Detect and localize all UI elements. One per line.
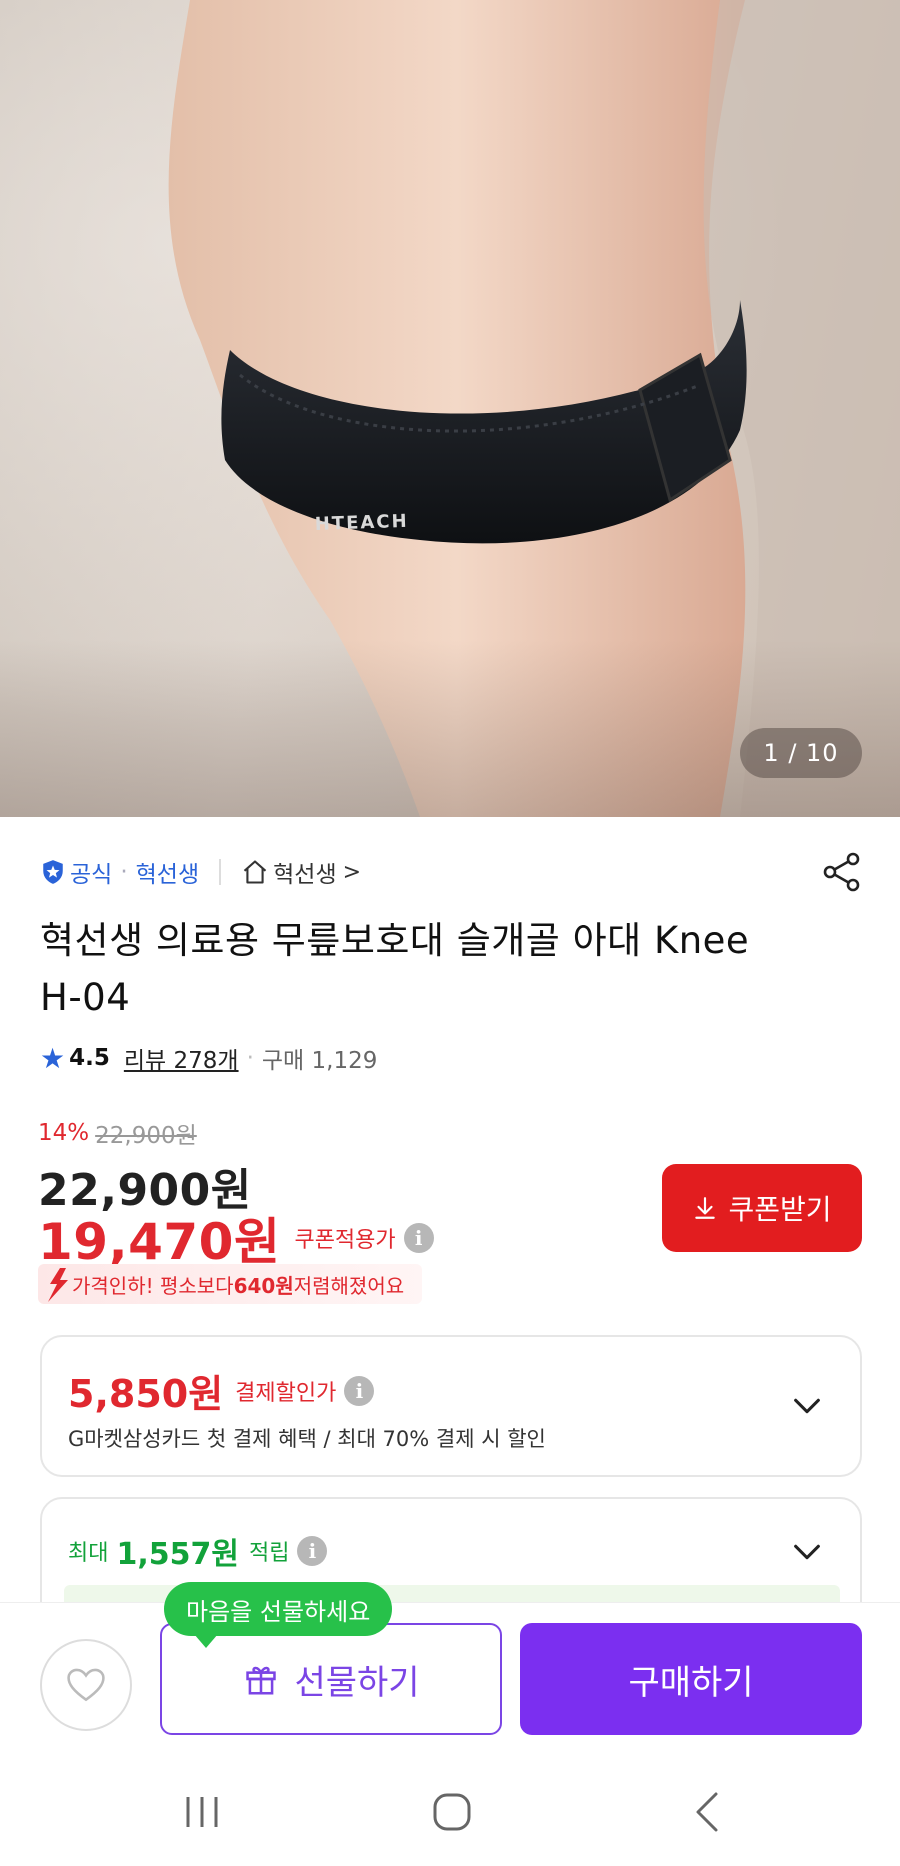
bottom-action-bar: 선물하기 구매하기 bbox=[0, 1602, 900, 1738]
original-price: 22,900원 bbox=[95, 1123, 197, 1149]
review-link[interactable]: 리뷰 278개 bbox=[124, 1041, 239, 1075]
rating-score: 4.5 bbox=[69, 1045, 110, 1071]
official-label: 공식 bbox=[70, 862, 113, 888]
payment-discount-description: G마켓삼성카드 첫 결제 혜택 / 최대 70% 결제 시 할인 bbox=[68, 1427, 546, 1451]
info-icon[interactable]: i bbox=[403, 1223, 434, 1253]
gift-button-label: 선물하기 bbox=[294, 1662, 420, 1703]
price-drop-amount: 640원 bbox=[233, 1273, 294, 1298]
nav-home-icon[interactable] bbox=[432, 1792, 472, 1832]
purchase-count: 구매 1,129 bbox=[261, 1048, 378, 1074]
star-icon: ★ bbox=[40, 1041, 66, 1075]
wishlist-button[interactable] bbox=[40, 1639, 132, 1731]
separator-dot: · bbox=[246, 1045, 254, 1071]
coupon-button-label: 쿠폰받기 bbox=[728, 1193, 832, 1226]
coupon-download-button[interactable]: 쿠폰받기 bbox=[662, 1164, 862, 1252]
discount-percent: 14% bbox=[38, 1120, 90, 1146]
rating-row: ★ 4.5 리뷰 278개 · 구매 1,129 bbox=[40, 1040, 377, 1076]
shield-icon bbox=[43, 860, 63, 884]
chevron-down-icon[interactable] bbox=[790, 1535, 824, 1569]
chevron-down-icon[interactable] bbox=[790, 1389, 824, 1423]
separator-dot: · bbox=[120, 859, 128, 885]
price-drop-banner: 가격인하! 평소보다 640원 저렴해졌어요 bbox=[38, 1264, 423, 1304]
payment-amount-row: 5,850원 결제할인가 i bbox=[68, 1363, 375, 1418]
price-drop-text: 가격인하! 평소보다 bbox=[72, 1273, 234, 1298]
points-row: 최대 1,557원 적립 i bbox=[68, 1529, 328, 1573]
product-brand-text: HTEACH bbox=[314, 511, 409, 535]
share-icon[interactable] bbox=[820, 850, 864, 894]
heart-icon bbox=[67, 1668, 105, 1702]
nav-back-icon[interactable] bbox=[692, 1790, 722, 1834]
price-drop-suffix: 저렴해졌어요 bbox=[293, 1273, 405, 1298]
coupon-price-label: 쿠폰적용가 bbox=[294, 1228, 396, 1253]
payment-discount-card[interactable]: 5,850원 결제할인가 i G마켓삼성카드 첫 결제 혜택 / 최대 70% … bbox=[40, 1335, 862, 1477]
points-suffix: 적립 bbox=[248, 1541, 290, 1566]
product-image[interactable]: HTEACH 1 / 10 bbox=[0, 0, 900, 817]
points-amount: 1,557원 bbox=[116, 1537, 239, 1572]
nav-recent-icon[interactable] bbox=[182, 1794, 222, 1830]
price-drop-arrow-icon bbox=[48, 1268, 68, 1302]
gift-icon bbox=[246, 1666, 277, 1695]
payment-discount-price: 5,850원 bbox=[68, 1372, 224, 1416]
seller-name[interactable]: 혁선생 bbox=[136, 855, 199, 889]
system-navigation-bar bbox=[0, 1738, 900, 1866]
gift-tooltip: 마음을 선물하세요 bbox=[164, 1582, 393, 1648]
product-title: 혁선생 의료용 무릎보호대 슬개골 아대 Knee H-04 bbox=[40, 919, 750, 1019]
image-counter: 1 / 10 bbox=[740, 728, 862, 778]
info-icon[interactable]: i bbox=[344, 1375, 375, 1406]
info-icon[interactable]: i bbox=[297, 1536, 328, 1566]
home-icon bbox=[243, 860, 267, 884]
buy-button[interactable]: 구매하기 bbox=[520, 1623, 862, 1735]
original-price-row: 14% 22,900원 bbox=[38, 1116, 197, 1150]
points-prefix: 최대 bbox=[68, 1541, 109, 1566]
payment-discount-label: 결제할인가 bbox=[235, 1380, 337, 1406]
download-icon bbox=[695, 1197, 716, 1219]
divider bbox=[219, 859, 222, 885]
store-link[interactable]: 혁선생 bbox=[273, 855, 336, 889]
store-chevron-icon: > bbox=[342, 859, 362, 885]
seller-row: 공식 · 혁선생 혁선생 > bbox=[40, 852, 361, 892]
